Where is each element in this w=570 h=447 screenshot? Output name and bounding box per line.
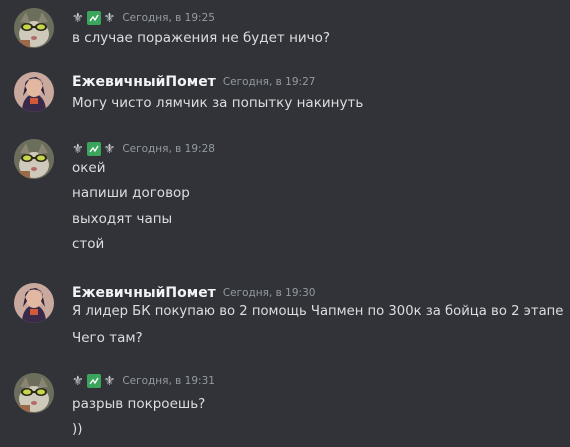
message-text: Я лидер БК покупаю во 2 помощь Чапмен по… — [72, 304, 564, 319]
message-header: ⚜ ⚜ Сегодня, в 19:31 — [72, 371, 215, 391]
cat-avatar-icon — [14, 373, 54, 413]
fleur-icon: ⚜ — [72, 10, 84, 26]
fleur-icon: ⚜ — [103, 373, 116, 389]
message-text: разрыв покроешь? — [72, 396, 206, 412]
message-text: в случае поражения не будет ничо? — [72, 30, 331, 46]
decorated-username[interactable]: ⚜ ⚜ — [72, 374, 115, 388]
avatar-cat[interactable] — [14, 373, 54, 413]
message-header: ЕжевичныйПомет Сегодня, в 19:27 — [72, 72, 315, 92]
message-text: )) — [72, 421, 83, 437]
cat-avatar-icon — [14, 8, 54, 48]
message-text: Могу чисто лямчик за попытку накинуть — [72, 95, 364, 111]
message-text: Чего там? — [72, 330, 143, 346]
message-text: выходят чапы — [72, 211, 173, 227]
chat-messages: ⚜ ⚜ Сегодня, в 19:25 в случае поражения … — [0, 0, 570, 447]
message-text: окей — [72, 160, 106, 176]
green-check-emoji — [86, 142, 101, 156]
avatar-cat[interactable] — [14, 8, 54, 48]
message-timestamp: Сегодня, в 19:27 — [222, 76, 316, 88]
message-header: ⚜ ⚜ Сегодня, в 19:25 — [72, 8, 215, 28]
decorated-username[interactable]: ⚜ ⚜ — [72, 11, 115, 25]
message-timestamp: Сегодня, в 19:31 — [122, 375, 215, 387]
message-header: ⚜ ⚜ Сегодня, в 19:28 — [72, 139, 215, 159]
green-check-emoji — [86, 11, 101, 25]
message-header: ЕжевичныйПомет Сегодня, в 19:30 — [72, 283, 315, 303]
character-avatar-icon — [14, 283, 54, 323]
avatar-ezhevichny[interactable] — [14, 283, 54, 323]
character-avatar-icon — [14, 72, 54, 112]
avatar-ezhevichny[interactable] — [14, 72, 54, 112]
message-text: напиши договор — [72, 185, 190, 201]
avatar-cat[interactable] — [14, 139, 54, 179]
message-timestamp: Сегодня, в 19:30 — [222, 287, 316, 299]
username[interactable]: ЕжевичныйПомет — [72, 285, 216, 301]
cat-avatar-icon — [14, 139, 54, 179]
message-timestamp: Сегодня, в 19:28 — [122, 143, 215, 155]
username[interactable]: ЕжевичныйПомет — [72, 74, 216, 90]
fleur-icon: ⚜ — [103, 141, 116, 157]
message-timestamp: Сегодня, в 19:25 — [122, 12, 215, 24]
green-check-emoji — [86, 374, 101, 388]
message-text: стой — [72, 236, 105, 252]
fleur-icon: ⚜ — [72, 141, 84, 157]
fleur-icon: ⚜ — [72, 373, 84, 389]
fleur-icon: ⚜ — [103, 10, 116, 26]
decorated-username[interactable]: ⚜ ⚜ — [72, 142, 115, 156]
